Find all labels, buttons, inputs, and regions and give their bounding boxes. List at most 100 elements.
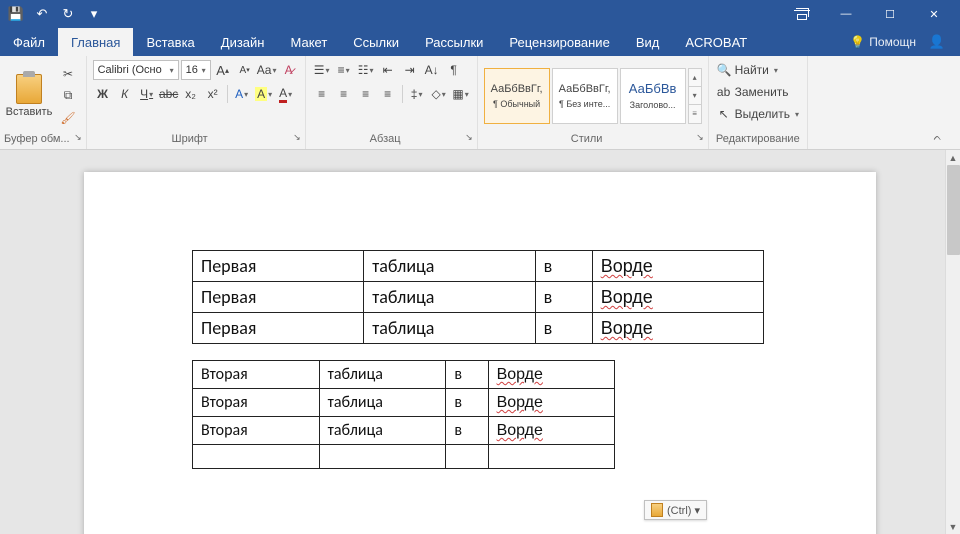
styles-launcher[interactable] [692, 133, 704, 145]
align-right-button[interactable]: ≡ [356, 84, 376, 104]
save-button[interactable]: 💾 [4, 2, 28, 26]
table-row[interactable]: ВтораятаблицавВорде [193, 361, 615, 389]
highlight-button[interactable]: A▾ [254, 84, 274, 104]
redo-button[interactable]: ↻ [56, 2, 80, 26]
clear-formatting-button[interactable]: A̷ [279, 60, 299, 80]
tab-acrobat[interactable]: ACROBAT [672, 28, 760, 56]
table-cell[interactable]: Вторая [193, 389, 320, 417]
table-cell[interactable]: Первая [193, 282, 364, 313]
table-cell[interactable]: в [535, 282, 592, 313]
shrink-font-button[interactable]: A▾ [235, 60, 255, 80]
share-button[interactable]: 👤 [922, 28, 952, 56]
change-case-button[interactable]: Aa▾ [257, 60, 277, 80]
document-area[interactable]: ПерваятаблицавВорде ПерваятаблицавВорде … [0, 150, 945, 534]
underline-button[interactable]: Ч▾ [137, 84, 157, 104]
table-cell[interactable]: Ворде [488, 389, 615, 417]
paste-options-tag[interactable]: (Ctrl) ▾ [644, 500, 707, 520]
style-normal[interactable]: АаБбВвГг, ¶ Обычный [484, 68, 550, 124]
table-cell[interactable]: в [446, 417, 488, 445]
paragraph-launcher[interactable] [461, 133, 473, 145]
table-cell[interactable]: Вторая [193, 361, 320, 389]
qat-more-button[interactable]: ▾ [82, 2, 106, 26]
table-row[interactable]: ВтораятаблицавВорде [193, 417, 615, 445]
cut-button[interactable]: ✂ [57, 64, 79, 84]
shading-button[interactable]: ◇▾ [429, 84, 449, 104]
numbering-button[interactable]: ≡▾ [334, 60, 354, 80]
multilevel-list-button[interactable]: ☷▾ [356, 60, 376, 80]
bold-button[interactable]: Ж [93, 84, 113, 104]
grow-font-button[interactable]: A▴ [213, 60, 233, 80]
font-size-combo[interactable]: 16▾ [181, 60, 211, 80]
style-nospacing[interactable]: АаБбВвГг, ¶ Без инте... [552, 68, 618, 124]
collapse-ribbon-button[interactable]: ᨈ [934, 132, 943, 143]
table-cell[interactable]: Первая [193, 251, 364, 282]
format-painter-button[interactable]: 🖌 [57, 108, 79, 128]
find-button[interactable]: 🔍Найти▾ [715, 60, 780, 80]
scroll-down-button[interactable]: ▼ [946, 519, 960, 534]
align-center-button[interactable]: ≡ [334, 84, 354, 104]
table-row[interactable]: ПерваятаблицавВорде [193, 282, 764, 313]
scroll-thumb[interactable] [947, 165, 960, 255]
styles-gallery-more[interactable]: ▴▾≡ [688, 68, 702, 124]
table-row[interactable]: ПерваятаблицавВорде [193, 313, 764, 344]
bullets-button[interactable]: ☰▾ [312, 60, 332, 80]
table-cell[interactable] [446, 445, 488, 469]
maximize-button[interactable]: ☐ [868, 0, 912, 28]
tab-mailings[interactable]: Рассылки [412, 28, 496, 56]
copy-button[interactable]: ⧉ [57, 86, 79, 106]
table-cell[interactable]: таблица [319, 417, 446, 445]
table-row[interactable]: ПерваятаблицавВорде [193, 251, 764, 282]
table-cell[interactable]: в [446, 361, 488, 389]
table-cell[interactable] [488, 445, 615, 469]
justify-button[interactable]: ≡ [378, 84, 398, 104]
sort-button[interactable]: A↓ [422, 60, 442, 80]
line-spacing-button[interactable]: ‡▾ [407, 84, 427, 104]
borders-button[interactable]: ▦▾ [451, 84, 471, 104]
select-button[interactable]: ↖Выделить▾ [715, 104, 801, 124]
table-cell[interactable]: в [535, 313, 592, 344]
table-cell[interactable]: таблица [319, 389, 446, 417]
table-cell[interactable]: таблица [364, 251, 535, 282]
tab-layout[interactable]: Макет [277, 28, 340, 56]
tab-insert[interactable]: Вставка [133, 28, 207, 56]
table-cell[interactable]: Ворде [592, 251, 763, 282]
table-row[interactable]: ВтораятаблицавВорде [193, 389, 615, 417]
align-left-button[interactable]: ≡ [312, 84, 332, 104]
style-heading1[interactable]: АаБбВв Заголово... [620, 68, 686, 124]
font-name-combo[interactable]: Calibri (Осно▾ [93, 60, 179, 80]
table-cell[interactable]: таблица [364, 282, 535, 313]
font-color-button[interactable]: A▾ [276, 84, 296, 104]
table-1[interactable]: ПерваятаблицавВорде ПерваятаблицавВорде … [192, 250, 764, 344]
font-launcher[interactable] [289, 133, 301, 145]
strikethrough-button[interactable]: abc [159, 84, 179, 104]
replace-button[interactable]: abЗаменить [715, 82, 791, 102]
tab-design[interactable]: Дизайн [208, 28, 278, 56]
superscript-button[interactable]: x² [203, 84, 223, 104]
table-cell[interactable]: таблица [319, 361, 446, 389]
tab-references[interactable]: Ссылки [340, 28, 412, 56]
table-cell[interactable]: Вторая [193, 417, 320, 445]
table-cell[interactable]: таблица [364, 313, 535, 344]
italic-button[interactable]: К [115, 84, 135, 104]
show-marks-button[interactable]: ¶ [444, 60, 464, 80]
subscript-button[interactable]: x₂ [181, 84, 201, 104]
table-2[interactable]: ВтораятаблицавВорде ВтораятаблицавВорде … [192, 360, 615, 469]
table-row[interactable] [193, 445, 615, 469]
decrease-indent-button[interactable]: ⇤ [378, 60, 398, 80]
table-cell[interactable]: Ворде [488, 417, 615, 445]
increase-indent-button[interactable]: ⇥ [400, 60, 420, 80]
minimize-button[interactable]: — [824, 0, 868, 28]
table-cell[interactable]: Ворде [592, 282, 763, 313]
ribbon-display-options[interactable] [780, 0, 824, 28]
text-effects-button[interactable]: A▾ [232, 84, 252, 104]
table-cell[interactable]: Первая [193, 313, 364, 344]
table-cell[interactable] [319, 445, 446, 469]
table-cell[interactable] [193, 445, 320, 469]
paste-button[interactable]: Вставить [4, 62, 54, 130]
tab-home[interactable]: Главная [58, 28, 133, 56]
tab-file[interactable]: Файл [0, 28, 58, 56]
tab-view[interactable]: Вид [623, 28, 673, 56]
table-cell[interactable]: Ворде [488, 361, 615, 389]
undo-button[interactable]: ↶ [30, 2, 54, 26]
clipboard-launcher[interactable] [70, 133, 82, 145]
